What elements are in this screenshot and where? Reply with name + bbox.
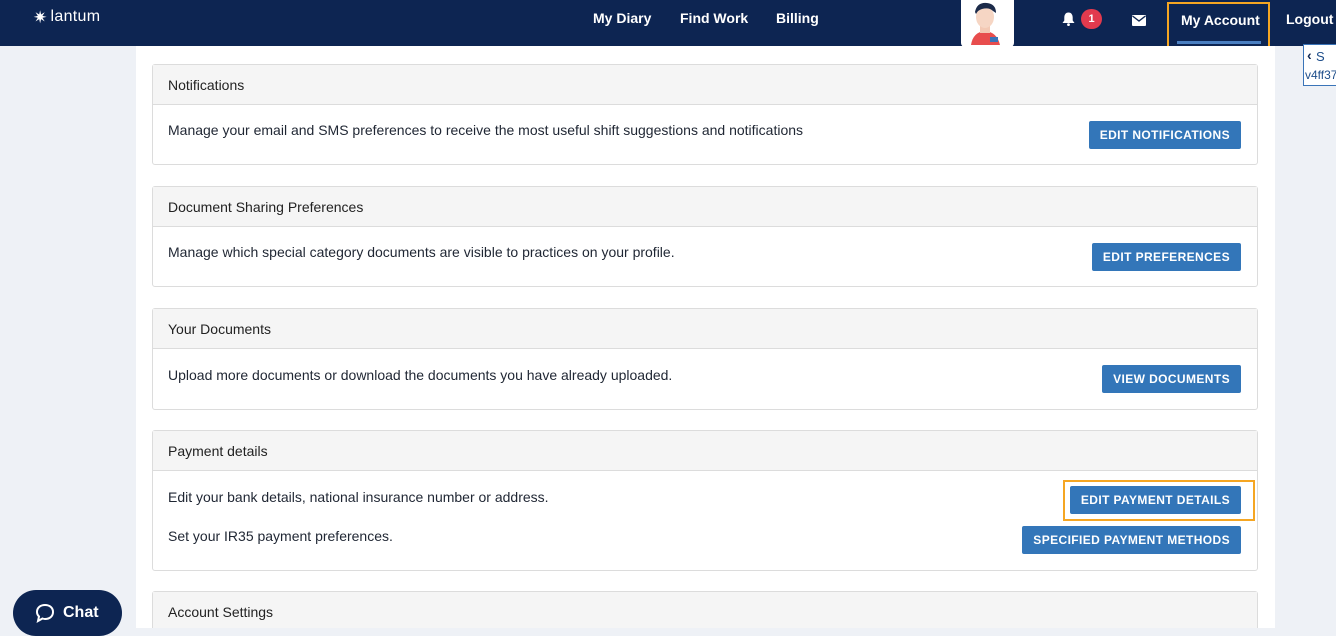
user-avatar[interactable]: [961, 0, 1014, 47]
panel-heading: Account Settings: [153, 592, 1257, 628]
account-content: Notifications Manage your email and SMS …: [136, 46, 1275, 628]
chat-bubble-icon: [35, 603, 55, 623]
document-sharing-panel: Document Sharing Preferences Manage whic…: [152, 186, 1258, 287]
account-settings-panel: Account Settings: [152, 591, 1258, 628]
side-panel-version: v4ff37: [1305, 68, 1336, 82]
payment-details-panel: Payment details Edit your bank details, …: [152, 430, 1258, 571]
edit-payment-details-button[interactable]: EDIT PAYMENT DETAILS: [1069, 486, 1241, 514]
row-description: Edit your bank details, national insuran…: [168, 489, 549, 505]
top-navigation-bar: ✷ lantum My Diary Find Work Billing 1 My…: [0, 0, 1336, 50]
specified-payment-methods-button[interactable]: SPECIFIED PAYMENT METHODS: [1022, 526, 1241, 554]
my-account-label: My Account: [1181, 12, 1260, 28]
nav-find-work[interactable]: Find Work: [680, 10, 748, 26]
nav-billing[interactable]: Billing: [776, 10, 819, 26]
panel-heading: Document Sharing Preferences: [153, 187, 1257, 227]
panel-row: Manage which special category documents …: [153, 227, 1257, 287]
row-description: Upload more documents or download the do…: [168, 367, 673, 383]
nav-my-diary[interactable]: My Diary: [593, 10, 651, 26]
lantum-logo[interactable]: ✷ lantum: [33, 8, 100, 26]
your-documents-panel: Your Documents Upload more documents or …: [152, 308, 1258, 410]
panel-heading: Payment details: [153, 431, 1257, 471]
active-tab-indicator: [1177, 41, 1261, 44]
chevron-left-icon: ‹: [1307, 47, 1312, 63]
panel-heading: Your Documents: [153, 309, 1257, 349]
chat-label: Chat: [63, 604, 99, 621]
panel-row: Upload more documents or download the do…: [153, 349, 1257, 409]
panel-row: Edit your bank details, national insuran…: [153, 471, 1257, 571]
edit-preferences-button[interactable]: EDIT PREFERENCES: [1091, 243, 1241, 271]
side-panel-label: S: [1316, 49, 1325, 64]
row-description: Manage your email and SMS preferences to…: [168, 122, 804, 138]
chat-button[interactable]: Chat: [13, 590, 122, 636]
row-description: Set your IR35 payment preferences.: [168, 528, 393, 544]
bell-icon[interactable]: [1062, 12, 1075, 31]
panel-heading: Notifications: [153, 65, 1257, 105]
edit-notifications-button[interactable]: EDIT NOTIFICATIONS: [1088, 121, 1241, 149]
avatar-illustration-icon: [963, 2, 1008, 45]
logout-link[interactable]: Logout: [1286, 11, 1333, 27]
logo-text: lantum: [50, 8, 101, 25]
row-description: Manage which special category documents …: [168, 244, 675, 260]
envelope-icon[interactable]: [1132, 13, 1146, 31]
view-documents-button[interactable]: VIEW DOCUMENTS: [1102, 365, 1241, 393]
panel-row: Manage your email and SMS preferences to…: [153, 105, 1257, 165]
notification-badge[interactable]: 1: [1081, 9, 1102, 29]
notifications-panel: Notifications Manage your email and SMS …: [152, 64, 1258, 165]
my-account-link[interactable]: My Account: [1167, 2, 1270, 50]
sparkle-icon: ✷: [33, 7, 48, 27]
side-panel-toggle[interactable]: ‹ S v4ff37: [1303, 44, 1336, 86]
